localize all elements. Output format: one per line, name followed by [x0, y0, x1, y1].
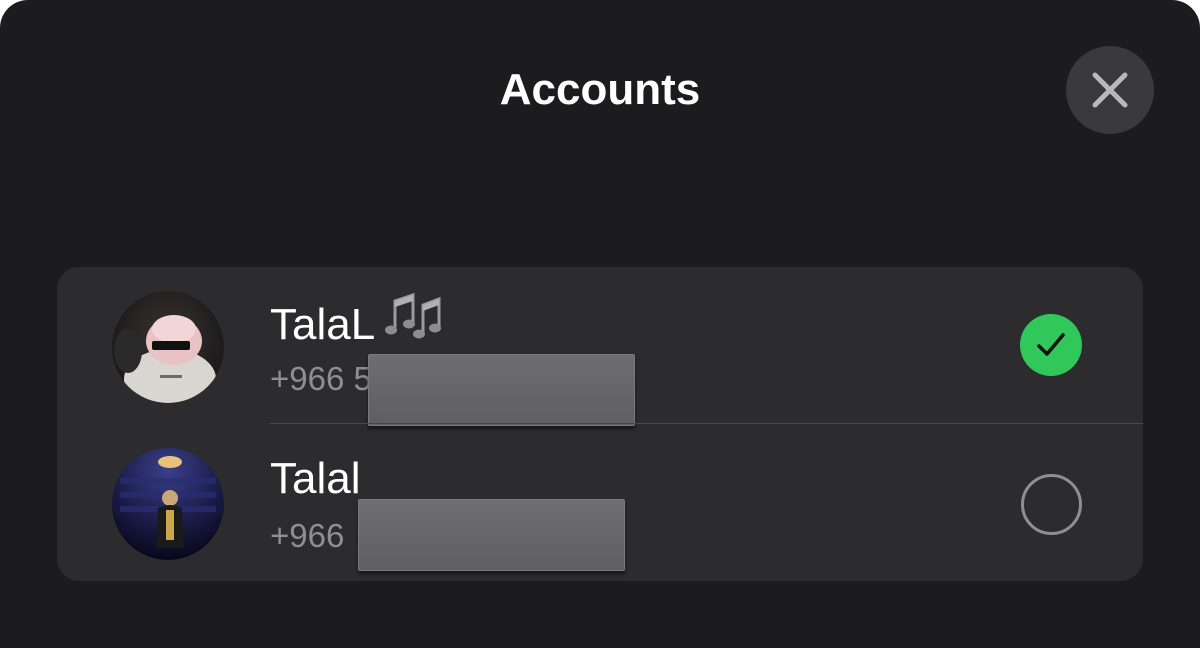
unselected-radio[interactable] — [1021, 474, 1082, 535]
phone-prefix: +966 — [270, 517, 345, 554]
account-row[interactable]: Talal +966 — [57, 424, 1143, 581]
close-icon — [1092, 72, 1128, 108]
checkmark-icon — [1037, 333, 1065, 356]
page-title: Accounts — [499, 65, 701, 114]
accounts-sheet: Accounts TalaL +966 5 Talal +966 — [0, 0, 1200, 648]
account-name: Talal — [270, 454, 361, 503]
multiple-musical-notes-icon — [385, 289, 443, 354]
avatar — [112, 448, 224, 560]
account-name: TalaL — [270, 292, 443, 360]
close-button[interactable] — [1066, 46, 1154, 134]
selected-check[interactable] — [1020, 314, 1082, 376]
account-name-text: TalaL — [270, 300, 376, 350]
redaction-box — [358, 499, 625, 571]
account-phone: +966 — [270, 516, 344, 556]
accounts-list: TalaL +966 5 Talal +966 — [57, 267, 1143, 581]
account-row[interactable]: TalaL +966 5 — [57, 267, 1143, 426]
phone-prefix: +966 — [270, 360, 345, 397]
account-phone: +966 5 — [270, 359, 372, 399]
redaction-box — [368, 354, 635, 426]
avatar — [112, 291, 224, 403]
